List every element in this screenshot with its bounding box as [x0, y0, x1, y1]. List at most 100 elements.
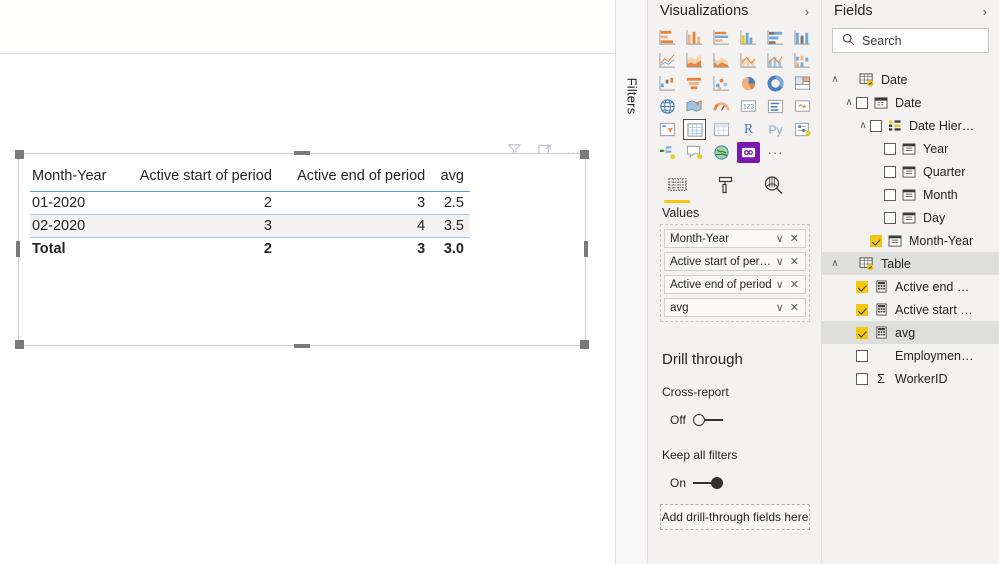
cell-active-start[interactable]: 3: [120, 214, 278, 238]
funnel-chart-icon[interactable]: [683, 73, 706, 94]
checkbox[interactable]: [856, 280, 868, 293]
field-node-day[interactable]: Day: [822, 206, 999, 229]
cell-avg[interactable]: 2.5: [431, 191, 470, 215]
stacked-column-chart-icon[interactable]: [683, 27, 706, 48]
fields-tree[interactable]: ∧ Date ∧ Date ∧ Date Hier… Year Quarter …: [822, 68, 999, 390]
checkbox[interactable]: [870, 234, 882, 247]
column-header-month-year[interactable]: Month-Year: [30, 164, 121, 192]
card-icon[interactable]: 123: [737, 96, 760, 117]
resize-handle-top-left[interactable]: [15, 150, 24, 159]
resize-handle-bottom-right[interactable]: [580, 340, 589, 349]
chevron-up-icon[interactable]: ∧: [828, 74, 842, 85]
cell-month-year[interactable]: 02-2020: [30, 214, 121, 238]
remove-field-icon[interactable]: ✕: [787, 255, 802, 268]
gauge-chart-icon[interactable]: [710, 96, 733, 117]
ribbon-chart-icon[interactable]: [791, 50, 814, 71]
stacked-area-chart-icon[interactable]: [710, 50, 733, 71]
slicer-icon[interactable]: [656, 119, 679, 140]
keep-all-filters-toggle-row[interactable]: On: [670, 476, 724, 490]
clustered-bar-chart-icon[interactable]: [710, 27, 733, 48]
field-node-month[interactable]: Month: [822, 183, 999, 206]
map-icon[interactable]: [656, 96, 679, 117]
custom-visual-icon[interactable]: [737, 142, 760, 163]
table-row[interactable]: 01-2020 2 3 2.5: [30, 191, 470, 215]
resize-handle-bottom-left[interactable]: [15, 340, 24, 349]
line-clustered-column-chart-icon[interactable]: [764, 50, 787, 71]
more-visuals-icon[interactable]: ···: [764, 142, 787, 163]
cell-active-end[interactable]: 4: [277, 214, 432, 238]
field-node-year[interactable]: Year: [822, 137, 999, 160]
chevron-down-icon[interactable]: ∨: [773, 278, 787, 291]
scatter-chart-icon[interactable]: [710, 73, 733, 94]
keep-all-filters-toggle[interactable]: [693, 477, 724, 489]
checkbox[interactable]: [884, 165, 896, 178]
field-node-date-table[interactable]: ∧ Date: [822, 68, 999, 91]
multi-row-card-icon[interactable]: [764, 96, 787, 117]
visualization-gallery[interactable]: 123 R Py ···: [648, 22, 822, 170]
checkbox[interactable]: [884, 142, 896, 155]
clustered-column-chart-icon[interactable]: [737, 27, 760, 48]
resize-handle-top-right[interactable]: [580, 150, 589, 159]
pie-chart-icon[interactable]: [737, 73, 760, 94]
decomposition-tree-icon[interactable]: [656, 142, 679, 163]
table-icon[interactable]: [683, 119, 706, 140]
cell-active-start[interactable]: 2: [120, 191, 278, 215]
qna-visual-icon[interactable]: [683, 142, 706, 163]
column-header-avg[interactable]: avg: [431, 164, 470, 192]
checkbox[interactable]: [856, 349, 868, 362]
checkbox[interactable]: [884, 211, 896, 224]
checkbox[interactable]: [856, 372, 868, 385]
python-visual-icon[interactable]: Py: [764, 119, 787, 140]
100-stacked-bar-chart-icon[interactable]: [764, 27, 787, 48]
checkbox[interactable]: [856, 96, 868, 109]
line-chart-icon[interactable]: [656, 50, 679, 71]
filters-pane-collapsed[interactable]: Filters: [616, 0, 648, 564]
r-script-visual-icon[interactable]: R: [737, 119, 760, 140]
field-node-table-table[interactable]: ∧ Table: [822, 252, 999, 275]
key-influencers-icon[interactable]: [791, 119, 814, 140]
table-row[interactable]: 02-2020 3 4 3.5: [30, 214, 470, 238]
matrix-icon[interactable]: [710, 119, 733, 140]
100-stacked-column-chart-icon[interactable]: [791, 27, 814, 48]
field-well-active-end-of-period[interactable]: Active end of period ∨ ✕: [664, 275, 806, 294]
cell-avg[interactable]: 3.5: [431, 214, 470, 238]
resize-handle-top-center[interactable]: [294, 151, 310, 155]
waterfall-chart-icon[interactable]: [656, 73, 679, 94]
field-node-date-hierarchy[interactable]: ∧ Date Hier…: [822, 114, 999, 137]
column-header-active-end[interactable]: Active end of period: [277, 164, 432, 192]
cross-report-toggle[interactable]: [692, 414, 723, 426]
filled-map-icon[interactable]: [683, 96, 706, 117]
resize-handle-bottom-center[interactable]: [294, 344, 310, 348]
area-chart-icon[interactable]: [683, 50, 706, 71]
drill-through-drop-zone[interactable]: Add drill-through fields here: [660, 504, 810, 530]
chevron-down-icon[interactable]: ∨: [773, 255, 787, 268]
field-well-month-year[interactable]: Month-Year ∨ ✕: [664, 229, 806, 248]
chevron-right-icon[interactable]: ›: [805, 4, 809, 19]
tab-analytics[interactable]: [760, 173, 786, 199]
checkbox[interactable]: [856, 303, 868, 316]
resize-handle-right-middle[interactable]: [584, 241, 588, 257]
tab-fields[interactable]: [664, 173, 690, 203]
field-well-active-start-of-period[interactable]: Active start of period ∨ ✕: [664, 252, 806, 271]
field-node-month-year[interactable]: Month-Year: [822, 229, 999, 252]
remove-field-icon[interactable]: ✕: [787, 301, 802, 314]
cross-report-toggle-row[interactable]: Off: [670, 413, 723, 427]
chevron-down-icon[interactable]: ∨: [773, 301, 787, 314]
field-node-active-start[interactable]: Active start …: [822, 298, 999, 321]
values-field-wells[interactable]: Month-Year ∨ ✕ Active start of period ∨ …: [660, 224, 810, 322]
cell-month-year[interactable]: 01-2020: [30, 191, 121, 215]
table-total-row[interactable]: Total 2 3 3.0: [30, 237, 470, 260]
checkbox[interactable]: [856, 326, 868, 339]
column-header-active-start[interactable]: Active start of period: [120, 164, 278, 192]
field-node-workerid[interactable]: Σ WorkerID: [822, 367, 999, 390]
table-visual-container[interactable]: Month-Year Active start of period Active…: [15, 150, 589, 349]
field-well-avg[interactable]: avg ∨ ✕: [664, 298, 806, 317]
cell-active-end[interactable]: 3: [277, 191, 432, 215]
field-node-active-end[interactable]: Active end …: [822, 275, 999, 298]
resize-handle-left-middle[interactable]: [16, 241, 20, 257]
remove-field-icon[interactable]: ✕: [787, 232, 802, 245]
line-stacked-column-chart-icon[interactable]: [737, 50, 760, 71]
table-visual-grid[interactable]: Month-Year Active start of period Active…: [30, 164, 470, 260]
donut-chart-icon[interactable]: [764, 73, 787, 94]
chevron-up-icon[interactable]: ∧: [856, 120, 870, 131]
